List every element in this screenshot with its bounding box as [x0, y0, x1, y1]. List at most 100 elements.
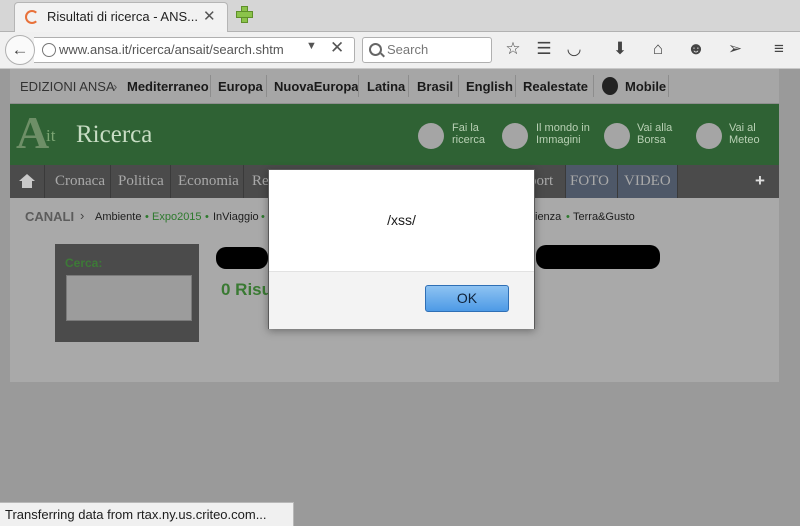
mobile-phone-icon	[602, 77, 618, 95]
logo-ansa[interactable]: A	[16, 106, 49, 159]
editions-label: EDIZIONI ANSA	[20, 79, 115, 94]
edition-link[interactable]: Brasil	[417, 79, 453, 94]
header-link-line: Immagini	[536, 134, 581, 146]
hamburger-menu-icon[interactable]: ≡	[768, 39, 790, 59]
bullet: •	[566, 211, 570, 223]
header-link-line: Borsa	[637, 134, 666, 146]
pocket-icon[interactable]: ◡	[563, 39, 585, 59]
tab-strip: Risultati di ricerca - ANS... ✕	[0, 0, 800, 32]
menu-item-cronaca[interactable]: Cronaca	[55, 173, 105, 190]
divider	[170, 165, 171, 198]
search-icon[interactable]	[418, 123, 444, 149]
chart-icon[interactable]	[604, 123, 630, 149]
logo-it: it	[46, 126, 56, 145]
chevron-down-icon[interactable]: ▼	[306, 40, 317, 52]
edition-link[interactable]: Mediterraneo	[127, 79, 209, 94]
edition-link[interactable]: Realestate	[523, 79, 588, 94]
chevron-right-icon: ›	[80, 208, 85, 223]
search-input[interactable]: Search	[362, 37, 492, 63]
divider	[44, 165, 45, 198]
redacted-text	[216, 247, 268, 269]
divider	[593, 75, 594, 97]
channel-link[interactable]: Ambiente	[95, 211, 141, 223]
ok-button[interactable]: OK	[425, 285, 509, 312]
search-panel: Cerca:	[55, 244, 199, 342]
bullet: •	[145, 211, 149, 223]
menu-item-foto[interactable]: FOTO	[570, 173, 609, 190]
divider	[358, 75, 359, 97]
edition-link[interactable]: Latina	[367, 79, 405, 94]
channel-link[interactable]: InViaggio	[213, 211, 259, 223]
menu-item-video[interactable]: VIDEO	[624, 173, 671, 190]
header-link-line: Vai alla	[637, 122, 673, 134]
url-text[interactable]: www.ansa.it/ricerca/ansait/search.shtm	[59, 42, 284, 57]
chevron-right-icon: ›	[113, 79, 118, 94]
status-bar: Transferring data from rtax.ny.us.criteo…	[0, 502, 294, 526]
channel-link[interactable]: Expo2015	[152, 211, 202, 223]
search-label: Cerca:	[65, 256, 103, 270]
header-link-meteo[interactable]: Vai al Meteo	[729, 122, 760, 146]
bullet: •	[261, 211, 265, 223]
bookmark-star-icon[interactable]: ☆	[502, 39, 524, 59]
divider	[408, 75, 409, 97]
navigation-toolbar: www.ansa.it/ricerca/ansait/search.shtm ▼…	[0, 32, 800, 69]
close-tab-icon[interactable]: ✕	[203, 7, 216, 25]
results-count: 0 Risu	[221, 280, 273, 299]
edition-link[interactable]: English	[466, 79, 513, 94]
header-link-line: Meteo	[729, 134, 760, 146]
divider	[110, 165, 111, 198]
edition-link[interactable]: Europa	[218, 79, 263, 94]
edition-link[interactable]: NuovaEuropa	[274, 79, 359, 94]
weather-icon[interactable]	[696, 123, 722, 149]
header-link-line: Fai la	[452, 122, 479, 134]
expand-menu-icon[interactable]: +	[755, 171, 765, 191]
status-text: Transferring data from rtax.ny.us.criteo…	[5, 507, 267, 522]
reading-list-icon[interactable]: ☰	[533, 39, 555, 59]
divider	[668, 75, 669, 97]
home-icon[interactable]: ⌂	[647, 39, 669, 59]
header-link-line: Il mondo in	[536, 122, 590, 134]
site-identity-icon[interactable]	[42, 43, 56, 57]
menu-item-economia[interactable]: Economia	[178, 173, 239, 190]
divider	[515, 75, 516, 97]
channels-label: CANALI	[25, 209, 75, 224]
back-button[interactable]: ←	[5, 35, 35, 65]
divider	[677, 165, 678, 198]
header-link-line: ricerca	[452, 134, 486, 146]
alert-dialog: /xss/ OK	[268, 169, 535, 329]
logo-ricerca: Ricerca	[76, 121, 153, 148]
search-textarea[interactable]	[66, 275, 192, 321]
home-icon[interactable]	[19, 174, 35, 188]
new-tab-icon[interactable]	[235, 5, 253, 23]
loading-spinner-icon	[25, 10, 39, 24]
monitor-icon[interactable]	[502, 123, 528, 149]
header-link-line: Vai al	[729, 122, 756, 134]
divider	[210, 75, 211, 97]
divider	[565, 165, 566, 198]
site-header: A it Ricerca Fai la ricerca Il mondo in Im…	[10, 104, 779, 165]
alert-message: /xss/	[387, 212, 416, 228]
bullet: •	[205, 211, 209, 223]
edition-link[interactable]: Mobile	[625, 79, 666, 94]
header-link-images[interactable]: Il mondo in Immagini	[536, 122, 590, 146]
stop-icon[interactable]: ✕	[330, 38, 344, 58]
alert-footer: OK	[269, 271, 534, 329]
download-icon[interactable]: ⬇	[609, 39, 631, 59]
header-link-search[interactable]: Fai la ricerca	[452, 122, 485, 146]
menu-item-partial[interactable]: Re	[252, 173, 269, 190]
divider	[266, 75, 267, 97]
chat-icon[interactable]: ☻	[685, 39, 707, 59]
divider	[617, 165, 618, 198]
divider	[243, 165, 244, 198]
editions-bar: EDIZIONI ANSA › Mediterraneo Europa Nuov…	[10, 69, 779, 104]
channel-link[interactable]: ienza	[535, 211, 561, 223]
tab-active[interactable]: Risultati di ricerca - ANS... ✕	[14, 2, 228, 32]
channel-link[interactable]: Terra&Gusto	[573, 211, 635, 223]
address-bar[interactable]: www.ansa.it/ricerca/ansait/search.shtm ▼…	[34, 37, 355, 63]
send-icon[interactable]: ➢	[724, 39, 746, 59]
menu-item-politica[interactable]: Politica	[118, 173, 164, 190]
search-icon	[369, 43, 382, 56]
tab-title: Risultati di ricerca - ANS...	[47, 9, 198, 24]
header-link-borsa[interactable]: Vai alla Borsa	[637, 122, 672, 146]
divider	[458, 75, 459, 97]
